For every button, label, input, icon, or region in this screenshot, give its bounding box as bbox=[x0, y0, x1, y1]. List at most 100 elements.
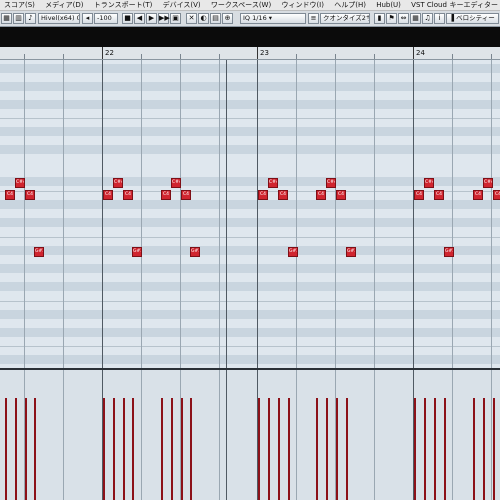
midi-note[interactable]: C4 bbox=[161, 190, 171, 200]
menu-devices[interactable]: デバイス(V) bbox=[159, 0, 205, 10]
midi-note[interactable]: C#4 bbox=[268, 178, 278, 188]
midi-note[interactable]: C4 bbox=[5, 190, 15, 200]
quantize-select[interactable]: IQ 1/16 ▾ bbox=[240, 13, 306, 24]
color-icon[interactable]: ▮ bbox=[374, 13, 385, 24]
midi-note[interactable]: C#4 bbox=[326, 178, 336, 188]
velocity-bar[interactable] bbox=[113, 398, 115, 500]
midi-note[interactable]: C4 bbox=[258, 190, 268, 200]
velocity-bar[interactable] bbox=[493, 398, 495, 500]
stop-icon[interactable]: ■ bbox=[122, 13, 133, 24]
part-name-field[interactable]: Hivel(x64) 02 - bbox=[38, 13, 80, 24]
grid-icon[interactable]: ▦ bbox=[1, 13, 12, 24]
midi-note[interactable]: C4 bbox=[434, 190, 444, 200]
midi-note[interactable]: C4 bbox=[181, 190, 191, 200]
midi-note[interactable]: C#4 bbox=[424, 178, 434, 188]
menu-vst-cloud[interactable]: VST Cloud bbox=[407, 0, 451, 10]
menu-window[interactable]: ウィンドウ(I) bbox=[277, 0, 328, 10]
beat-line bbox=[219, 60, 220, 368]
step-back-icon[interactable]: ◂ bbox=[82, 13, 93, 24]
rewind-icon[interactable]: ◀ bbox=[134, 13, 145, 24]
velocity-bar[interactable] bbox=[444, 398, 446, 500]
note-grid[interactable]: C4 C#4 C4 C4 C#4 C4 C4 C#4 C4 C4 C#4 C4 … bbox=[0, 60, 500, 368]
snap-icon[interactable]: ≡ bbox=[308, 13, 319, 24]
velocity-bar[interactable] bbox=[25, 398, 27, 500]
velocity-bar[interactable] bbox=[181, 398, 183, 500]
info-icon[interactable]: i bbox=[434, 13, 445, 24]
forward-icon[interactable]: ▶ bbox=[146, 13, 157, 24]
cycle-icon[interactable]: ▣ bbox=[170, 13, 181, 24]
velocity-bar[interactable] bbox=[326, 398, 328, 500]
mute-icon[interactable]: ▤ bbox=[210, 13, 221, 24]
bar-ruler[interactable]: 22 23 24 bbox=[0, 47, 500, 60]
midi-note[interactable]: C4 bbox=[473, 190, 483, 200]
velocity-bar[interactable] bbox=[414, 398, 416, 500]
midi-note[interactable]: C4 bbox=[414, 190, 424, 200]
menu-transport[interactable]: トランスポート(T) bbox=[90, 0, 157, 10]
menu-score[interactable]: スコア(S) bbox=[0, 0, 39, 10]
scroll-icon[interactable]: ⇔ bbox=[398, 13, 409, 24]
midi-note[interactable]: G#3 bbox=[444, 247, 454, 257]
bar-tick bbox=[257, 47, 258, 59]
velocity-bar[interactable] bbox=[190, 398, 192, 500]
lane-icon[interactable]: ▦ bbox=[410, 13, 421, 24]
velocity-bar[interactable] bbox=[336, 398, 338, 500]
midi-note[interactable]: G#3 bbox=[190, 247, 200, 257]
velocity-bar[interactable] bbox=[103, 398, 105, 500]
chord-icon[interactable]: ♫ bbox=[422, 13, 433, 24]
midi-note[interactable]: C#4 bbox=[15, 178, 25, 188]
velocity-select[interactable]: ▐ ベロシティー bbox=[446, 13, 499, 24]
velocity-bar[interactable] bbox=[424, 398, 426, 500]
cut-icon[interactable]: ✕ bbox=[186, 13, 197, 24]
midi-note[interactable]: C#4 bbox=[113, 178, 123, 188]
keyboard-icon[interactable]: ▥ bbox=[13, 13, 24, 24]
velocity-bar[interactable] bbox=[132, 398, 134, 500]
black-key-row bbox=[0, 218, 500, 227]
velocity-bar[interactable] bbox=[288, 398, 290, 500]
midi-note[interactable]: C4 bbox=[336, 190, 346, 200]
midi-note[interactable]: G#3 bbox=[288, 247, 298, 257]
midi-note[interactable]: C4 bbox=[103, 190, 113, 200]
velocity-bar[interactable] bbox=[278, 398, 280, 500]
velocity-bar[interactable] bbox=[123, 398, 125, 500]
menu-hub[interactable]: Hub(U) bbox=[372, 0, 405, 10]
midi-note[interactable]: C4 bbox=[123, 190, 133, 200]
velocity-bar[interactable] bbox=[258, 398, 260, 500]
midi-note[interactable]: C#4 bbox=[171, 178, 181, 188]
velocity-bar[interactable] bbox=[473, 398, 475, 500]
velocity-bar[interactable] bbox=[161, 398, 163, 500]
menu-media[interactable]: メディア(D) bbox=[41, 0, 87, 10]
midi-note[interactable]: C4 bbox=[493, 190, 500, 200]
beat-line bbox=[335, 60, 336, 368]
black-key-row bbox=[0, 246, 500, 255]
velocity-bar[interactable] bbox=[434, 398, 436, 500]
flag-icon[interactable]: ⚑ bbox=[386, 13, 397, 24]
midi-note[interactable]: G#3 bbox=[346, 247, 356, 257]
midi-note[interactable]: C4 bbox=[278, 190, 288, 200]
velocity-bar[interactable] bbox=[171, 398, 173, 500]
menu-workspaces[interactable]: ワークスペース(W) bbox=[207, 0, 275, 10]
velocity-bar[interactable] bbox=[316, 398, 318, 500]
midi-note[interactable]: C#4 bbox=[483, 178, 493, 188]
velocity-bar[interactable] bbox=[268, 398, 270, 500]
velocity-bar[interactable] bbox=[5, 398, 7, 500]
midi-note[interactable]: G#3 bbox=[34, 247, 44, 257]
beat-tick bbox=[335, 54, 336, 59]
note-icon[interactable]: ♪ bbox=[25, 13, 36, 24]
zoom-field[interactable]: -100 bbox=[94, 13, 118, 24]
bar-line bbox=[257, 60, 258, 368]
midi-note[interactable]: C4 bbox=[316, 190, 326, 200]
black-key-row bbox=[0, 264, 500, 273]
zoom-value: 100 bbox=[99, 14, 112, 22]
quantize-preset-select[interactable]: クオンタイズ2サン bbox=[320, 13, 370, 24]
skip-icon[interactable]: ▶▶ bbox=[158, 13, 170, 24]
midi-note[interactable]: G#3 bbox=[132, 247, 142, 257]
midi-note[interactable]: C4 bbox=[25, 190, 35, 200]
glue-icon[interactable]: ◐ bbox=[198, 13, 209, 24]
velocity-bar[interactable] bbox=[15, 398, 17, 500]
velocity-lane[interactable] bbox=[0, 370, 500, 500]
zoom-icon[interactable]: ⊕ bbox=[222, 13, 233, 24]
menu-help[interactable]: ヘルプ(H) bbox=[330, 0, 370, 10]
velocity-bar[interactable] bbox=[34, 398, 36, 500]
velocity-bar[interactable] bbox=[346, 398, 348, 500]
velocity-bar[interactable] bbox=[483, 398, 485, 500]
